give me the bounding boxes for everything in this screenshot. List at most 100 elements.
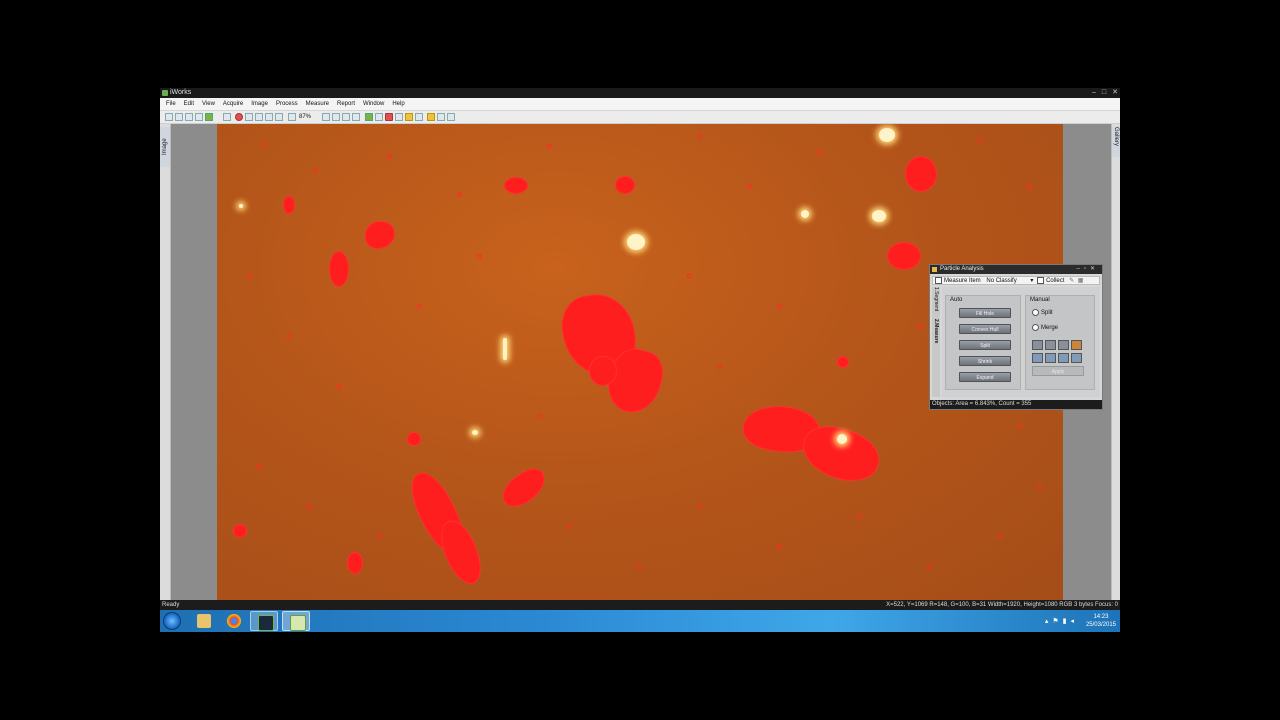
tray-icons[interactable]: ▴⚑▮◂ <box>1045 617 1078 625</box>
panel-options-row: Measure Item No Classify ▾ Collect ✎ ▦ <box>932 276 1100 285</box>
copy-icon[interactable] <box>223 113 231 121</box>
tab-measure[interactable]: 2.Measure <box>933 319 939 343</box>
save-all-icon[interactable] <box>185 113 193 121</box>
tab-segment[interactable]: 1.Segment <box>933 287 939 311</box>
panel-tabs: 1.Segment 2.Measure <box>932 287 940 397</box>
particle-outline <box>567 524 572 529</box>
measure-icon[interactable] <box>415 113 423 121</box>
rect-tool-icon[interactable] <box>1058 340 1069 350</box>
particle-outline <box>637 564 642 569</box>
undo-icon[interactable] <box>265 113 273 121</box>
color-icon[interactable] <box>427 113 435 121</box>
taskbar-iworks[interactable] <box>250 611 278 631</box>
status-info: X=522, Y=1069 R=148, G=100, B=31 Width=1… <box>886 602 1118 608</box>
actual-size-icon[interactable] <box>352 113 360 121</box>
annotate-icon[interactable] <box>437 113 445 121</box>
taskbar-excel[interactable] <box>282 611 310 631</box>
particle-outline <box>387 154 392 159</box>
redo-icon[interactable] <box>275 113 283 121</box>
status-ready: Ready <box>162 602 180 608</box>
clock[interactable]: 14:23 25/03/2015 <box>1086 613 1116 629</box>
system-tray: ▴⚑▮◂ 14:23 25/03/2015 <box>1020 610 1120 632</box>
particle-outline <box>537 414 542 419</box>
panel-status: Objects: Area = 6.843%, Count = 355 <box>930 400 1102 409</box>
start-button[interactable] <box>163 612 181 630</box>
convex-hull-button[interactable]: Convex Hull <box>959 324 1011 334</box>
particle-outline <box>917 324 922 329</box>
split-button[interactable]: Split <box>959 340 1011 350</box>
tool-icon[interactable]: ✎ <box>1069 278 1074 284</box>
stop-icon[interactable] <box>385 113 393 121</box>
taskbar-chrome[interactable] <box>220 611 248 631</box>
manual-split-radio[interactable]: Split <box>1032 309 1053 316</box>
menu-acquire[interactable]: Acquire <box>219 98 247 110</box>
fit-icon[interactable] <box>342 113 350 121</box>
apply-button[interactable]: Apply <box>1032 366 1084 376</box>
open-icon[interactable] <box>165 113 173 121</box>
particle-mask <box>615 176 635 194</box>
menu-measure[interactable]: Measure <box>302 98 333 110</box>
radio-circle-icon <box>1032 324 1039 331</box>
particle-analysis-panel[interactable]: Particle Analysis –▫✕ Measure Item No Cl… <box>929 264 1103 410</box>
layout-icon[interactable] <box>375 113 383 121</box>
shape3-tool-icon[interactable] <box>1058 353 1069 363</box>
particle-mask <box>365 221 395 249</box>
auto-group: Auto Fill Hole Convex Hull Split Shrink … <box>945 295 1021 390</box>
manual-merge-radio[interactable]: Merge <box>1032 324 1058 331</box>
print-icon[interactable] <box>205 113 213 121</box>
radio-circle-icon <box>1032 309 1039 316</box>
minimize-button[interactable]: – <box>1092 88 1096 98</box>
export-icon[interactable] <box>195 113 203 121</box>
zoom-in-icon[interactable] <box>322 113 330 121</box>
folder-icon <box>197 614 211 628</box>
app-title: iWorks <box>170 89 192 96</box>
panel-app-icon <box>932 267 937 272</box>
menu-process[interactable]: Process <box>272 98 302 110</box>
maximize-button[interactable]: □ <box>1102 88 1106 98</box>
menu-window[interactable]: Window <box>359 98 388 110</box>
image-browser-tab[interactable]: Image Browser <box>160 127 178 167</box>
menu-help[interactable]: Help <box>388 98 408 110</box>
close-button[interactable]: ✕ <box>1112 88 1118 98</box>
expand-button[interactable]: Expand <box>959 372 1011 382</box>
menu-file[interactable]: File <box>160 98 180 110</box>
panel-window-controls[interactable]: –▫✕ <box>1077 265 1100 274</box>
app-titlebar[interactable]: iWorks – □ ✕ <box>160 88 1120 98</box>
menu-image[interactable]: Image <box>247 98 272 110</box>
collect-checkbox[interactable] <box>1037 277 1045 284</box>
particle-outline <box>717 364 722 369</box>
shape1-tool-icon[interactable] <box>1032 353 1043 363</box>
gallery-tab[interactable]: Gallery <box>1112 127 1120 157</box>
line-tool-icon[interactable] <box>1045 340 1056 350</box>
particle-outline <box>687 274 692 279</box>
record-icon[interactable] <box>235 113 243 121</box>
taskbar-explorer[interactable] <box>190 611 218 631</box>
menu-edit[interactable]: Edit <box>180 98 198 110</box>
zoom-icon[interactable] <box>288 113 296 121</box>
window-controls: – □ ✕ <box>1092 88 1118 98</box>
particle-outline <box>857 514 862 519</box>
brush-icon[interactable] <box>405 113 413 121</box>
classify-select[interactable]: No Classify <box>986 278 1016 284</box>
zoom-level[interactable]: 87% <box>299 111 311 123</box>
live-icon[interactable] <box>255 113 263 121</box>
zoom-out-icon[interactable] <box>332 113 340 121</box>
save-icon[interactable] <box>175 113 183 121</box>
fill-tool-icon[interactable] <box>1071 340 1082 350</box>
histogram-icon[interactable] <box>395 113 403 121</box>
settings-icon[interactable] <box>447 113 455 121</box>
particle-outline <box>257 464 262 469</box>
menu-report[interactable]: Report <box>333 98 359 110</box>
shrink-button[interactable]: Shrink <box>959 356 1011 366</box>
shape4-tool-icon[interactable] <box>1071 353 1082 363</box>
shape2-tool-icon[interactable] <box>1045 353 1056 363</box>
table-icon[interactable]: ▦ <box>1078 278 1084 284</box>
measure-item-checkbox[interactable] <box>935 277 942 284</box>
grid-icon[interactable] <box>365 113 373 121</box>
panel-titlebar[interactable]: Particle Analysis –▫✕ <box>930 265 1102 274</box>
pointer-tool-icon[interactable] <box>1032 340 1043 350</box>
menu-view[interactable]: View <box>198 98 219 110</box>
snapshot-icon[interactable] <box>245 113 253 121</box>
classify-dropdown-icon[interactable]: ▾ <box>1030 278 1033 284</box>
fill-hole-button[interactable]: Fill Hole <box>959 308 1011 318</box>
